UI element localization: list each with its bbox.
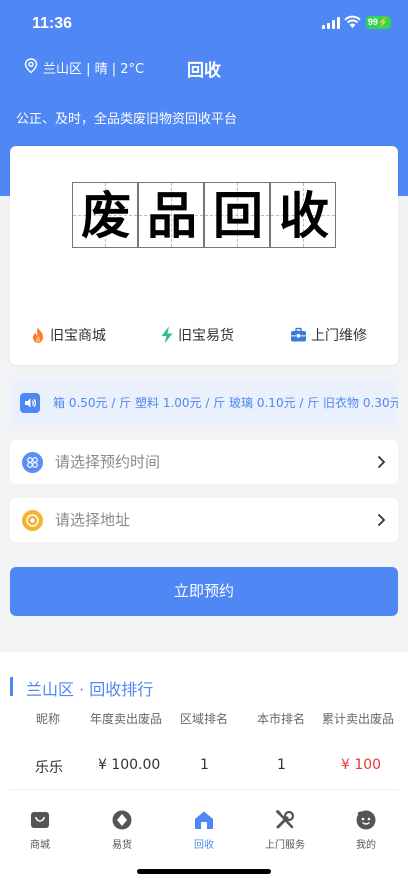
slogan: 公正、及时，全品类废旧物资回收平台 xyxy=(16,112,238,127)
brand-card: 废 品 回 收 旧宝商城 旧宝易货 上门维修 xyxy=(10,146,398,365)
logo-char-cell: 收 xyxy=(270,182,336,248)
quick-link-label: 旧宝商城 xyxy=(50,328,106,344)
column-header: 昵称 xyxy=(36,712,61,726)
status-time: 11:36 xyxy=(32,15,73,32)
price-marquee-text: 箱 0.50元 / 斤 塑料 1.00元 / 斤 玻璃 0.10元 / 斤 旧衣… xyxy=(53,396,398,410)
tab-label: 回收 xyxy=(194,840,214,851)
quick-link-label: 上门维修 xyxy=(311,328,367,344)
section-accent-bar xyxy=(10,677,13,696)
ranking-title: 兰山区 · 回收排行 xyxy=(26,680,154,699)
tools-icon xyxy=(275,809,295,829)
ranking-cell-name: 乐乐 xyxy=(35,760,63,776)
tab-label: 上门服务 xyxy=(265,840,305,851)
shop-bag-icon xyxy=(31,812,49,828)
address-target-icon xyxy=(22,510,43,531)
quick-link-repair[interactable]: 上门维修 xyxy=(290,324,367,346)
brand-logo: 废 品 回 收 xyxy=(72,182,336,248)
select-time-row[interactable]: 请选择预约时间 xyxy=(10,440,398,484)
ranking-cell-city-rank: 1 xyxy=(277,757,286,773)
volume-icon xyxy=(20,393,40,413)
book-now-button[interactable]: 立即预约 xyxy=(10,567,398,616)
column-header: 累计卖出废品 xyxy=(322,712,395,726)
address-placeholder: 请选择地址 xyxy=(55,511,131,529)
battery-level: 99 xyxy=(367,17,378,27)
select-address-row[interactable]: 请选择地址 xyxy=(10,498,398,542)
tab-label: 商城 xyxy=(30,840,50,851)
column-header: 区域排名 xyxy=(180,712,229,726)
profile-icon xyxy=(356,810,376,830)
recycling-ranking: 兰山区 · 回收排行 昵称 年度卖出废品 区域排名 本市排名 累计卖出废品 乐乐… xyxy=(0,652,408,797)
column-header: 本市排名 xyxy=(257,712,306,726)
logo-char: 回 xyxy=(213,186,263,245)
status-bar: 11:36 99⚡ xyxy=(0,0,408,48)
tab-home-service[interactable]: 上门服务 xyxy=(255,809,315,851)
ranking-cell-annual: ¥ 100.00 xyxy=(98,757,161,773)
tab-recycle[interactable]: 回收 xyxy=(174,809,234,851)
divider xyxy=(10,789,398,790)
ranking-cell-total: ¥ 100 xyxy=(341,757,382,773)
tab-profile[interactable]: 我的 xyxy=(336,809,396,851)
price-notice-bar[interactable]: 箱 0.50元 / 斤 塑料 1.00元 / 斤 玻璃 0.10元 / 斤 旧衣… xyxy=(10,381,398,425)
logo-char-cell: 回 xyxy=(204,182,270,248)
wifi-icon xyxy=(344,15,361,28)
column-header: 年度卖出废品 xyxy=(90,712,163,726)
tab-label: 我的 xyxy=(356,840,376,851)
page-title: 回收 xyxy=(187,61,221,81)
chevron-right-icon xyxy=(377,513,386,527)
nav-bar: 兰山区 | 晴 | 2°C 回收 xyxy=(0,52,408,82)
logo-char-cell: 废 xyxy=(72,182,138,248)
home-icon xyxy=(195,811,213,829)
logo-char-cell: 品 xyxy=(138,182,204,248)
cell-signal-icon xyxy=(322,17,340,29)
home-indicator xyxy=(137,869,271,874)
logo-char: 收 xyxy=(279,186,329,245)
ranking-cell-region-rank: 1 xyxy=(200,757,209,773)
quick-link-label: 旧宝易货 xyxy=(178,328,234,344)
tab-label: 易货 xyxy=(112,840,132,851)
toolbox-icon xyxy=(291,327,306,342)
tab-mall[interactable]: 商城 xyxy=(10,809,70,851)
tab-exchange[interactable]: 易货 xyxy=(92,809,152,851)
battery-indicator: 99⚡ xyxy=(366,16,391,29)
lightning-icon xyxy=(161,326,173,344)
schedule-icon xyxy=(22,452,43,473)
quick-link-exchange[interactable]: 旧宝易货 xyxy=(160,324,234,346)
exchange-icon xyxy=(112,810,132,830)
time-placeholder: 请选择预约时间 xyxy=(55,453,161,471)
flame-icon xyxy=(33,327,43,343)
logo-char: 废 xyxy=(81,186,131,245)
chevron-right-icon xyxy=(377,455,386,469)
logo-char: 品 xyxy=(147,186,197,245)
quick-link-mall[interactable]: 旧宝商城 xyxy=(30,324,106,346)
